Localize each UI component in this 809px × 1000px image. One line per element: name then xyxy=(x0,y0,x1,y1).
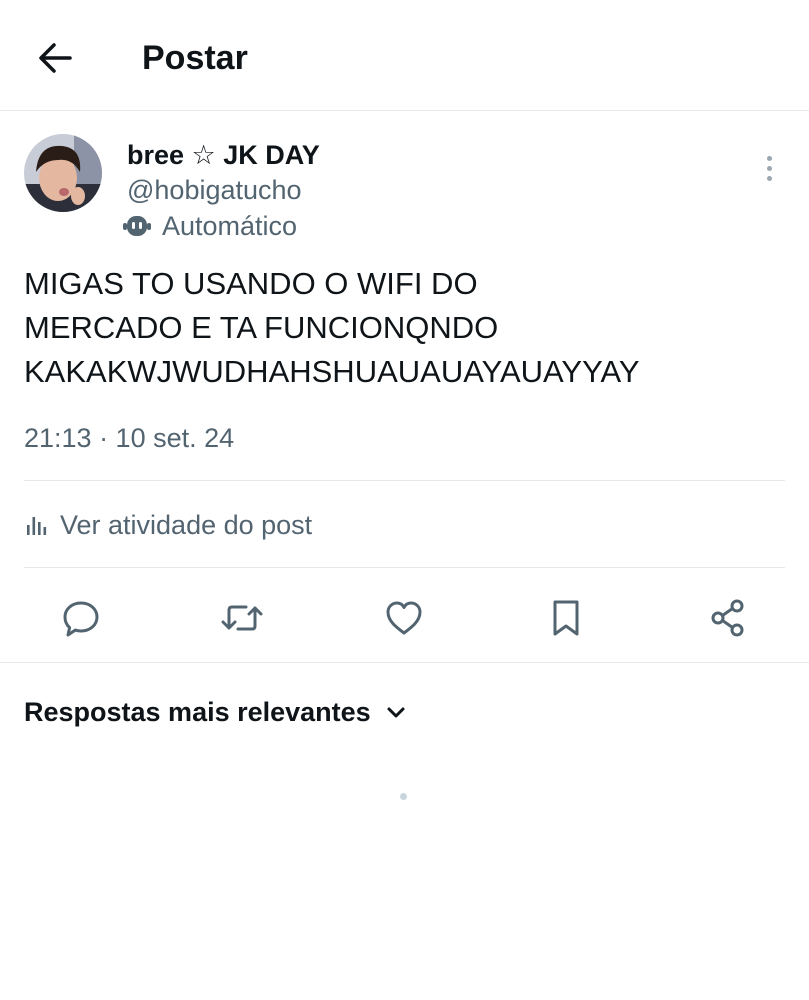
like-button[interactable] xyxy=(382,596,426,640)
arrow-left-icon xyxy=(39,43,72,73)
divider xyxy=(24,567,785,568)
avatar[interactable] xyxy=(24,134,102,212)
bookmark-icon xyxy=(553,600,579,636)
post-activity-label: Ver atividade do post xyxy=(60,509,313,540)
repost-button[interactable] xyxy=(220,596,264,640)
post-activity-link[interactable]: Ver atividade do post xyxy=(24,507,312,543)
loading-indicator xyxy=(400,793,407,800)
automated-label[interactable]: Automático xyxy=(122,209,297,243)
back-button[interactable] xyxy=(36,38,76,78)
share-button[interactable] xyxy=(706,596,750,640)
more-icon xyxy=(766,155,772,161)
author-name[interactable]: bree ☆ JK DAY xyxy=(127,138,320,172)
more-options-button[interactable] xyxy=(754,150,784,186)
top-bar: Postar xyxy=(0,0,809,111)
replies-sort-label: Respostas mais relevantes xyxy=(24,696,371,727)
analytics-icon xyxy=(27,517,47,535)
repost-icon xyxy=(221,605,263,631)
post-timestamp[interactable]: 21:13 · 10 set. 24 xyxy=(24,421,234,455)
share-icon xyxy=(711,599,744,637)
action-bar xyxy=(0,580,809,663)
page-title: Postar xyxy=(142,39,248,77)
replies-sort-dropdown[interactable]: Respostas mais relevantes xyxy=(24,694,407,730)
author-handle[interactable]: @hobigatucho xyxy=(127,173,302,207)
automated-text: Automático xyxy=(162,210,298,241)
reply-button[interactable] xyxy=(59,596,103,640)
chevron-down-icon xyxy=(387,707,405,718)
divider xyxy=(24,480,785,481)
heart-icon xyxy=(386,601,422,635)
reply-icon xyxy=(63,601,99,637)
post-text: MIGAS TO USANDO O WIFI DO MERCADO E TA F… xyxy=(24,266,640,389)
robot-icon xyxy=(123,216,151,236)
bookmark-button[interactable] xyxy=(544,596,588,640)
